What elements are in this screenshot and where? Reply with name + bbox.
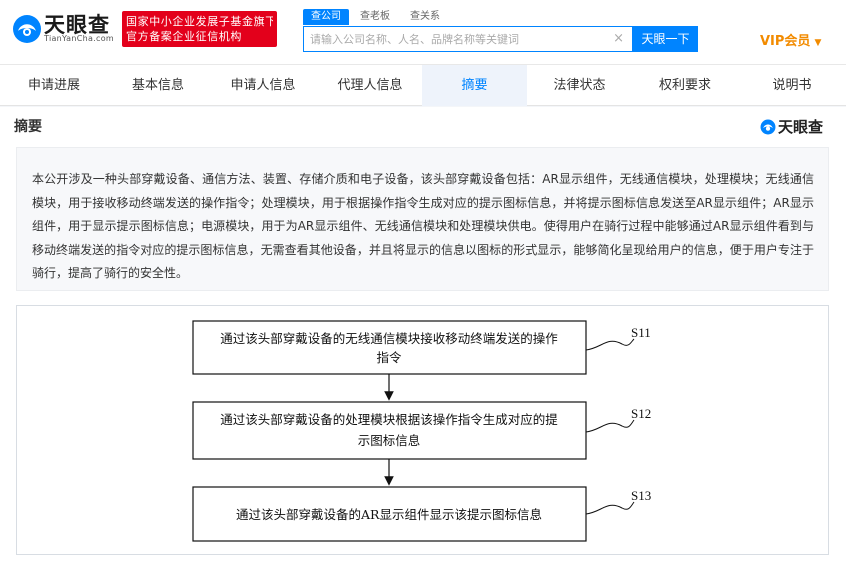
tab-legal-status[interactable]: 法律状态 [527, 65, 632, 106]
search-input[interactable] [310, 27, 610, 51]
tab-basic-info[interactable]: 基本信息 [108, 65, 208, 106]
brand-watermark: 天眼查 [760, 116, 823, 137]
step-label-s11: S11 [631, 325, 651, 340]
search-box: × [303, 26, 633, 52]
brand-text: 天眼查 [778, 118, 824, 136]
tab-description[interactable]: 说明书 [738, 65, 846, 106]
flow-step-s12: 通过该头部穿戴设备的处理模块根据该操作指令生成对应的提 示图标信息 S12 [192, 401, 651, 460]
step-s13-line1: 通过该头部穿戴设备的AR显示组件显示该提示图标信息 [236, 507, 542, 522]
certification-badge: 国家中小企业发展子基金旗下 官方备案企业征信机构 [122, 11, 277, 47]
step-label-s13: S13 [631, 488, 651, 503]
step-s12-line2: 示图标信息 [358, 433, 421, 448]
vip-label: VIP会员 [760, 34, 811, 49]
badge-line-2: 官方备案企业征信机构 [126, 30, 242, 43]
logo-subtitle: TianYanCha.com [44, 34, 114, 43]
abstract-text: 本公开涉及一种头部穿戴设备、通信方法、装置、存储介质和电子设备，该头部穿戴设备包… [16, 147, 829, 291]
vip-menu[interactable]: VIP会员 ▼ [760, 30, 821, 49]
flow-step-s13: 通过该头部穿戴设备的AR显示组件显示该提示图标信息 S13 [192, 486, 651, 542]
detail-tabs: 申请进展 基本信息 申请人信息 代理人信息 摘要 法律状态 权利要求 说明书 [0, 64, 846, 106]
tab-abstract[interactable]: 摘要 [422, 65, 527, 106]
step-s12-line1: 通过该头部穿戴设备的处理模块根据该操作指令生成对应的提 [220, 412, 558, 427]
step-label-s12: S12 [631, 406, 651, 421]
search-tab-boss[interactable]: 查老板 [360, 9, 390, 25]
tab-agent-info[interactable]: 代理人信息 [318, 65, 422, 106]
flow-step-s11: 通过该头部穿戴设备的无线通信模块接收移动终端发送的操作 指令 S11 [192, 320, 651, 375]
search-button[interactable]: 天眼一下 [633, 26, 698, 52]
section-title: 摘要 [14, 119, 42, 135]
abstract-panel: 摘要 天眼查 本公开涉及一种头部穿戴设备、通信方法、装置、存储介质和电子设备，该… [0, 107, 846, 564]
chevron-down-icon: ▼ [814, 38, 822, 48]
step-s11-line2: 指令 [376, 350, 402, 365]
tianyancha-small-icon [760, 119, 776, 135]
top-header: 天眼查 TianYanCha.com 国家中小企业发展子基金旗下 官方备案企业征… [0, 0, 846, 64]
abstract-figure: 通过该头部穿戴设备的无线通信模块接收移动终端发送的操作 指令 S11 通过该头部… [16, 305, 829, 555]
clear-icon[interactable]: × [613, 31, 624, 46]
step-s11-line1: 通过该头部穿戴设备的无线通信模块接收移动终端发送的操作 [220, 331, 558, 346]
tianyancha-logo-icon[interactable] [12, 14, 42, 44]
flowchart: 通过该头部穿戴设备的无线通信模块接收移动终端发送的操作 指令 S11 通过该头部… [192, 320, 651, 542]
tab-claims[interactable]: 权利要求 [632, 65, 738, 106]
tab-application-progress[interactable]: 申请进展 [0, 65, 108, 106]
search-tab-relation[interactable]: 查关系 [410, 9, 440, 25]
search-tab-company[interactable]: 查公司 [303, 9, 349, 25]
badge-line-1: 国家中小企业发展子基金旗下 [126, 15, 273, 28]
tab-applicant-info[interactable]: 申请人信息 [208, 65, 318, 106]
